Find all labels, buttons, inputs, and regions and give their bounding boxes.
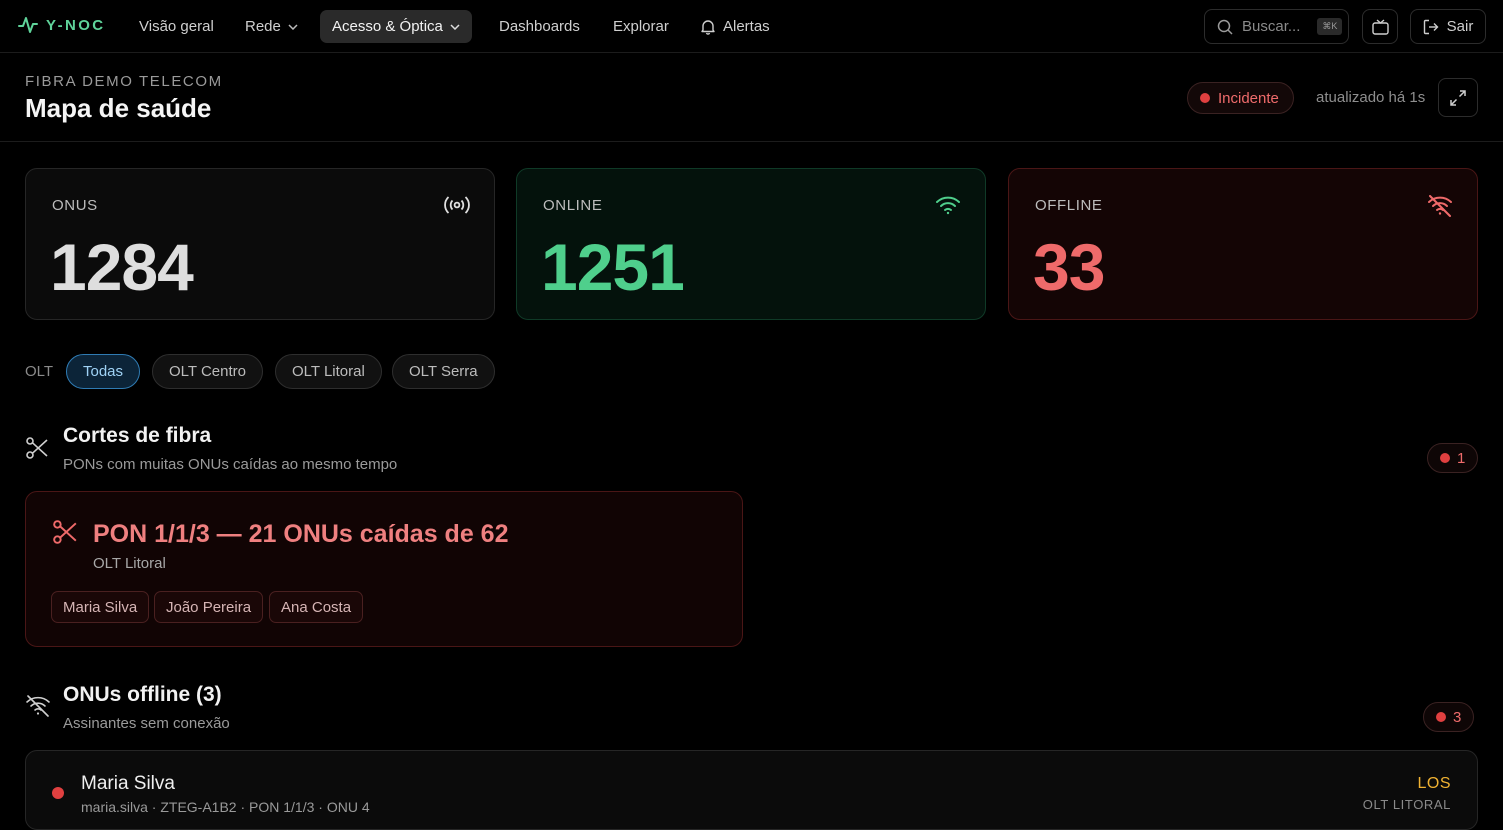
nav-item-dashboards[interactable]: Dashboards xyxy=(499,10,580,43)
subscriber-tag[interactable]: Ana Costa xyxy=(269,591,364,623)
broadcast-icon xyxy=(444,195,470,215)
subscriber-tag[interactable]: João Pereira xyxy=(154,591,264,623)
olt-filter-label: OLT xyxy=(25,363,54,380)
search-icon xyxy=(1217,19,1233,35)
list-item[interactable]: Maria Silva maria.silva · ZTEG-A1B2 · PO… xyxy=(25,750,1478,830)
alarm-status: LOS xyxy=(1417,775,1451,792)
expand-icon xyxy=(1450,89,1466,106)
fiber-cuts-count-badge: 1 xyxy=(1427,443,1479,473)
brand-name: Y-NOC xyxy=(46,16,106,34)
chevron-down-icon xyxy=(450,23,460,30)
stat-value: 1251 xyxy=(541,230,685,304)
section-subtitle-fiber-cuts: PONs com muitas ONUs caídas ao mesmo tem… xyxy=(63,456,398,473)
stat-card-onus[interactable]: ONUS 1284 xyxy=(25,168,495,320)
wifi-off-icon xyxy=(1427,195,1453,217)
status-badge[interactable]: Incidente xyxy=(1187,82,1294,114)
tv-mode-button[interactable] xyxy=(1362,9,1398,44)
subscriber-name: Maria Silva xyxy=(81,773,175,794)
olt-name: OLT LITORAL xyxy=(1362,797,1451,812)
filter-chip-olt-serra[interactable]: OLT Serra xyxy=(392,354,495,389)
filter-chip-olt-litoral[interactable]: OLT Litoral xyxy=(275,354,382,389)
scissors-icon xyxy=(25,436,49,460)
scissors-icon xyxy=(52,519,78,545)
section-subtitle-offline-onus: Assinantes sem conexão xyxy=(63,715,230,732)
top-nav: Y-NOC Visão geral Rede Acesso & Óptica D… xyxy=(0,0,1503,53)
nav-item-rede[interactable]: Rede xyxy=(245,10,298,43)
updated-timestamp: atualizado há 1s xyxy=(1316,89,1426,106)
stat-card-offline[interactable]: OFFLINE 33 xyxy=(1008,168,1478,320)
subscriber-tag[interactable]: Maria Silva xyxy=(51,591,150,623)
fullscreen-button[interactable] xyxy=(1438,78,1478,117)
page-header: FIBRA DEMO TELECOM Mapa de saúde Inciden… xyxy=(0,54,1503,142)
filter-chip-olt-centro[interactable]: OLT Centro xyxy=(152,354,263,389)
offline-onus-count-badge: 3 xyxy=(1423,702,1475,732)
nav-item-explorar[interactable]: Explorar xyxy=(613,10,669,43)
brand-logo[interactable]: Y-NOC xyxy=(18,16,106,34)
stat-value: 33 xyxy=(1033,230,1105,304)
stat-card-online[interactable]: ONLINE 1251 xyxy=(516,168,986,320)
fiber-cut-olt: OLT Litoral xyxy=(93,555,166,572)
nav-item-visao-geral[interactable]: Visão geral xyxy=(139,10,214,43)
pulse-icon xyxy=(18,17,38,33)
offline-status-dot xyxy=(52,787,64,799)
search-shortcut: ⌘K xyxy=(1317,18,1343,35)
tv-icon xyxy=(1371,18,1389,35)
chevron-down-icon xyxy=(288,23,298,30)
nav-item-alertas[interactable]: Alertas xyxy=(701,10,770,43)
fiber-cut-title: PON 1/1/3 — 21 ONUs caídas de 62 xyxy=(93,520,509,548)
search-input[interactable]: Buscar... ⌘K xyxy=(1204,9,1349,44)
section-title-offline-onus: ONUs offline (3) xyxy=(63,683,222,706)
logout-icon xyxy=(1423,19,1439,34)
search-placeholder: Buscar... xyxy=(1242,18,1301,35)
status-dot xyxy=(1440,453,1450,463)
section-title-fiber-cuts: Cortes de fibra xyxy=(63,424,212,447)
fiber-cut-card[interactable]: PON 1/1/3 — 21 ONUs caídas de 62 OLT Lit… xyxy=(25,491,743,647)
stat-label: ONLINE xyxy=(543,197,603,214)
wifi-off-icon xyxy=(25,695,51,717)
nav-item-acesso-optica[interactable]: Acesso & Óptica xyxy=(320,10,472,43)
filter-chip-todas[interactable]: Todas xyxy=(66,354,141,389)
wifi-icon xyxy=(935,195,961,215)
status-dot xyxy=(1436,712,1446,722)
onu-details: maria.silva · ZTEG-A1B2 · PON 1/1/3 · ON… xyxy=(81,799,370,815)
stat-label: OFFLINE xyxy=(1035,197,1103,214)
bell-icon xyxy=(701,19,715,35)
stat-value: 1284 xyxy=(50,230,194,304)
org-name: FIBRA DEMO TELECOM xyxy=(25,73,223,90)
status-dot xyxy=(1200,93,1210,103)
logout-button[interactable]: Sair xyxy=(1410,9,1486,44)
stat-label: ONUS xyxy=(52,197,98,214)
page-title: Mapa de saúde xyxy=(25,93,212,123)
